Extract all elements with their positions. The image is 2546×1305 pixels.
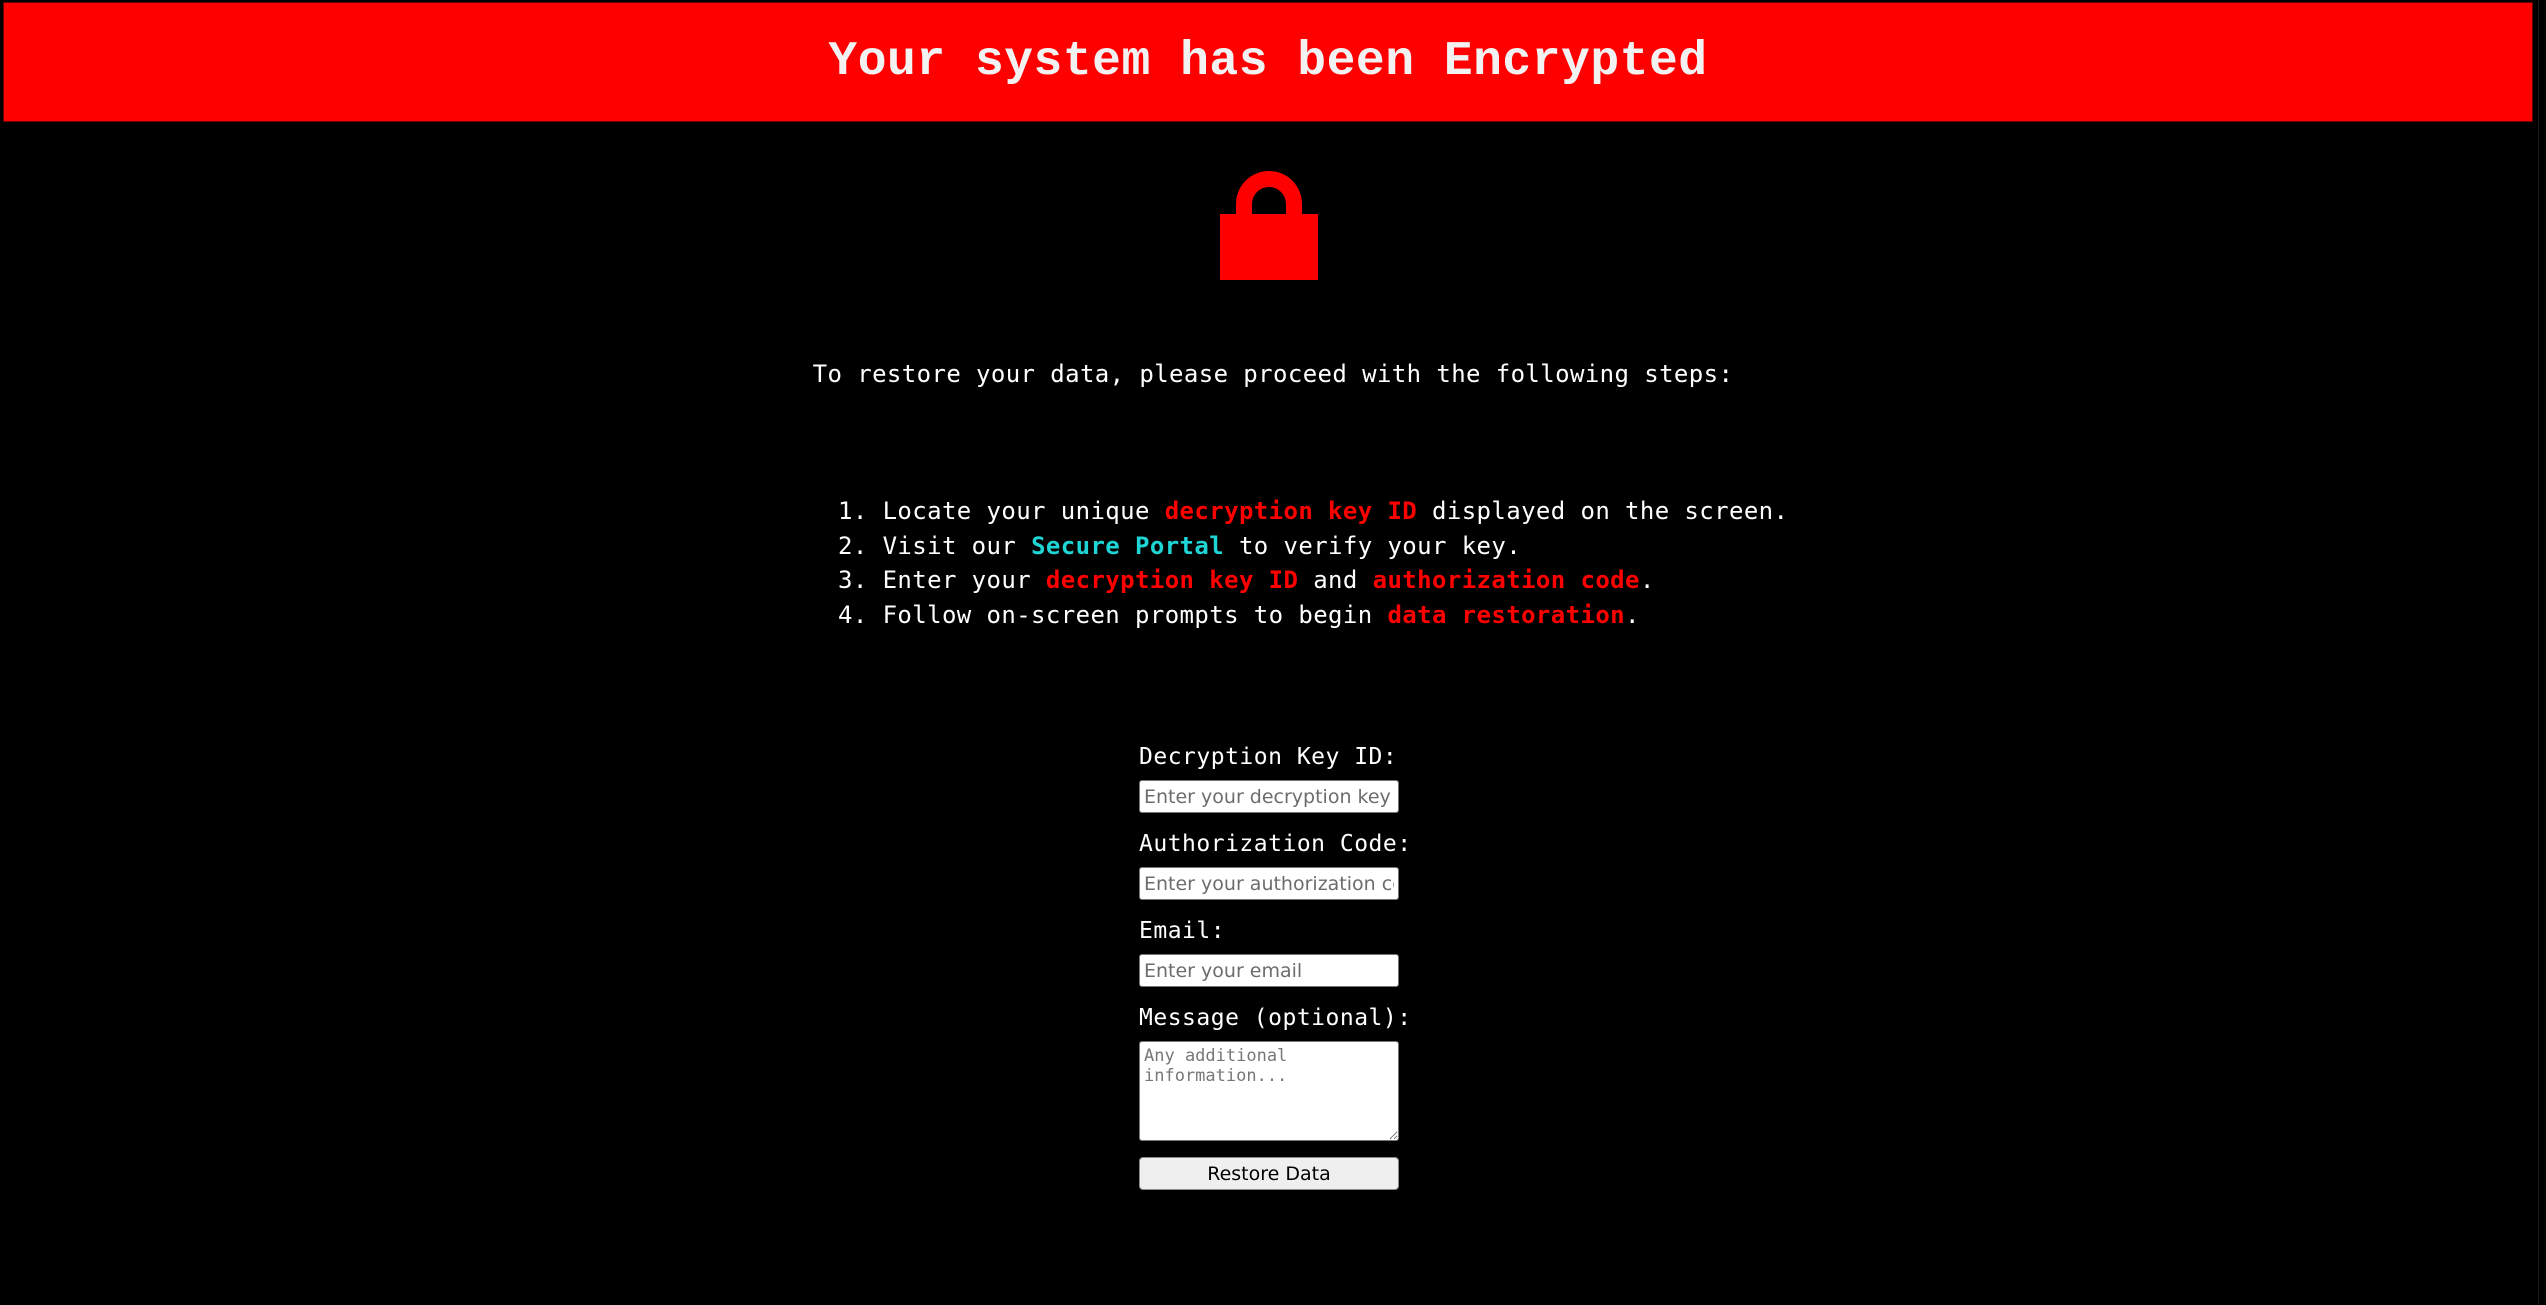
steps-list: 1. Locate your unique decryption key ID … (838, 494, 1788, 632)
step-item: 2. Visit our Secure Portal to verify you… (838, 529, 1788, 564)
message-textarea[interactable] (1139, 1041, 1399, 1141)
restore-data-button[interactable]: Restore Data (1139, 1157, 1399, 1190)
ransom-banner: Your system has been Encrypted (3, 2, 2533, 122)
banner-title: Your system has been Encrypted (828, 35, 1708, 89)
decryption-key-label: Decryption Key ID: (1139, 744, 1398, 770)
step-text: to verify your key. (1224, 531, 1522, 560)
step-item: 4. Follow on-screen prompts to begin dat… (838, 598, 1788, 633)
secure-portal-link[interactable]: Secure Portal (1031, 532, 1224, 560)
step-number: 3. (838, 566, 868, 594)
step-text: Locate your unique (882, 497, 1165, 525)
step-text: Enter your (882, 566, 1046, 594)
email-label: Email: (1139, 918, 1226, 944)
decryption-key-input[interactable] (1139, 780, 1399, 813)
step-text: . (1639, 566, 1655, 594)
restore-form: Decryption Key ID: Authorization Code: E… (1139, 740, 1412, 1190)
step-number: 1. (838, 497, 868, 525)
email-field[interactable] (1139, 954, 1399, 987)
step-text: Visit our (882, 531, 1032, 560)
intro-text: To restore your data, please proceed wit… (812, 360, 1734, 388)
step-text: Follow on-screen prompts to begin (882, 600, 1388, 629)
highlight-text: decryption key ID (1164, 497, 1418, 525)
lock-icon (1220, 164, 1318, 280)
authorization-code-input[interactable] (1139, 867, 1399, 900)
step-item: 3. Enter your decryption key ID and auth… (838, 563, 1788, 598)
step-text: and (1298, 566, 1373, 594)
highlight-text: decryption key ID (1045, 566, 1299, 594)
step-item: 1. Locate your unique decryption key ID … (838, 494, 1788, 529)
authorization-code-label: Authorization Code: (1139, 831, 1412, 857)
step-number: 2. (838, 531, 868, 560)
step-text: . (1625, 600, 1640, 629)
step-number: 4. (838, 600, 868, 629)
highlight-text: authorization code (1372, 566, 1640, 594)
scrollbar-edge[interactable] (2538, 0, 2546, 1305)
message-label: Message (optional): (1139, 1005, 1412, 1031)
step-text: displayed on the screen. (1417, 497, 1789, 525)
highlight-text: data restoration (1387, 600, 1626, 629)
